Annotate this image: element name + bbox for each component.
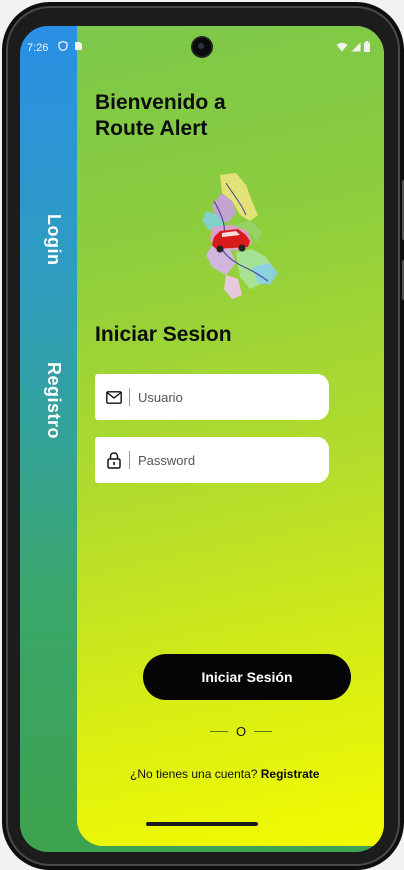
tab-login[interactable]: Login [43,214,64,265]
signal-icon [351,42,361,51]
signup-prompt: ¿No tienes una cuenta? Registrate [130,767,319,781]
signup-prompt-text: ¿No tienes una cuenta? [130,767,258,781]
home-indicator[interactable] [146,822,258,826]
route-alert-logo [202,173,278,299]
password-field[interactable] [95,437,329,483]
shield-icon [58,41,68,51]
separator-line-right [254,731,273,732]
separator-line-left [210,731,228,732]
field-divider [129,451,130,469]
username-input[interactable] [138,389,308,405]
username-field[interactable] [95,374,329,420]
field-divider [129,388,130,406]
app-screen: Login Registro 7:26 Bienvenido a Route A… [20,26,384,852]
password-input[interactable] [138,452,308,468]
login-card [77,26,384,846]
or-separator: O [210,724,273,739]
status-time: 7:26 [27,42,49,54]
login-button[interactable]: Iniciar Sesión [143,654,351,700]
tab-registro[interactable]: Registro [43,362,64,439]
separator-text: O [236,724,247,739]
front-camera [193,38,211,56]
register-link[interactable]: Registrate [261,767,320,781]
welcome-line-1: Bienvenido a [95,91,226,114]
status-left-icons [58,41,83,51]
mail-icon [105,388,123,406]
sim-card-icon [75,42,82,50]
status-right-icons [336,41,370,52]
lock-icon [105,451,123,469]
form-title: Iniciar Sesion [95,323,232,346]
status-bar: 7:26 [20,26,384,62]
battery-icon [364,41,370,52]
page: Login Registro 7:26 Bienvenido a Route A… [0,0,404,870]
welcome-line-2: Route Alert [95,117,208,140]
welcome-heading: Bienvenido a Route Alert [95,90,325,142]
wifi-icon [336,42,348,51]
